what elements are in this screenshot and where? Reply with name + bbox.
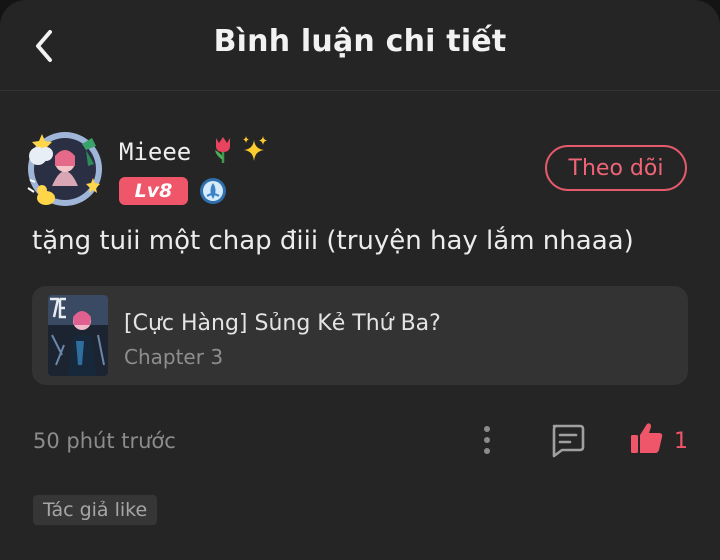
- thumbs-up-icon[interactable]: [628, 420, 664, 456]
- tulip-icon: [208, 134, 238, 164]
- rank-badge-icon: [198, 176, 228, 206]
- follow-button[interactable]: Theo dõi: [545, 145, 687, 191]
- like-count: 1: [674, 429, 688, 454]
- author-liked-tag: Tác giả like: [33, 495, 158, 525]
- sparkles-icon: [240, 134, 270, 164]
- header-bar: Bình luận chi tiết: [0, 0, 720, 91]
- username[interactable]: Mieee: [119, 138, 191, 166]
- vertical-dots-icon[interactable]: [474, 424, 500, 456]
- manga-cover-thumbnail: [48, 295, 108, 376]
- comment-text: tặng tuii một chap điii (truyện hay lắm …: [32, 226, 634, 256]
- avatar[interactable]: [22, 126, 108, 212]
- comment-timestamp: 50 phút trước: [33, 429, 176, 453]
- chapter-label: Chapter 3: [124, 345, 224, 369]
- manga-title: [Cực Hàng] Sủng Kẻ Thứ Ba?: [124, 311, 441, 336]
- level-badge: Lv8: [119, 177, 188, 205]
- comment-detail-sheet: Bình luận chi tiết Mieee Lv8 Theo dõi tặ…: [0, 0, 720, 560]
- page-title: Bình luận chi tiết: [213, 24, 507, 59]
- comment-icon[interactable]: [548, 422, 586, 458]
- chapter-card[interactable]: [Cực Hàng] Sủng Kẻ Thứ Ba? Chapter 3: [32, 286, 688, 385]
